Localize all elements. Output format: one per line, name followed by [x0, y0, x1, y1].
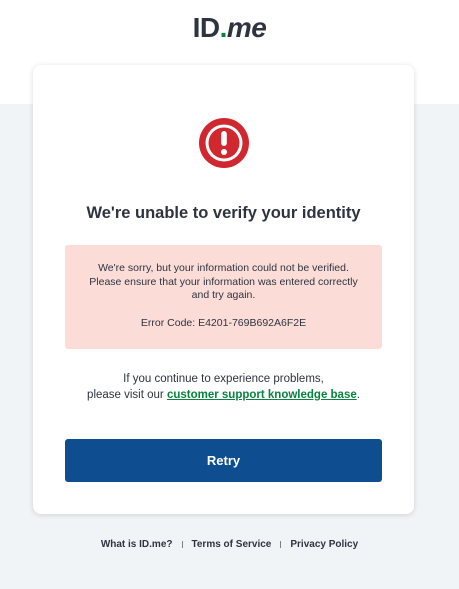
help-suffix: . — [356, 389, 360, 401]
error-message: We're sorry, but your information could … — [89, 262, 358, 301]
footer-link-terms[interactable]: Terms of Service — [192, 539, 272, 550]
help-line-1: If you continue to experience problems, — [123, 373, 324, 385]
error-message-box: We're sorry, but your information could … — [65, 245, 382, 349]
page: ID.me We're unable to verify your identi… — [0, 0, 459, 589]
footer-separator — [181, 541, 183, 548]
help-text: If you continue to experience problems, … — [33, 371, 414, 403]
error-card: We're unable to verify your identity We'… — [33, 65, 414, 514]
footer-links: What is ID.me? Terms of Service Privacy … — [0, 539, 459, 550]
page-title: We're unable to verify your identity — [86, 204, 361, 222]
support-knowledge-base-link[interactable]: customer support knowledge base — [167, 389, 357, 401]
footer-separator — [280, 541, 282, 548]
retry-button[interactable]: Retry — [65, 439, 382, 482]
error-code: Error Code: E4201-769B692A6F2E — [140, 316, 307, 329]
exclamation-circle-icon — [199, 118, 249, 168]
help-prefix: please visit our — [87, 389, 167, 401]
idme-logo[interactable]: ID.me — [0, 12, 459, 44]
footer-link-what-is-idme[interactable]: What is ID.me? — [101, 539, 173, 550]
footer-link-privacy[interactable]: Privacy Policy — [290, 539, 358, 550]
